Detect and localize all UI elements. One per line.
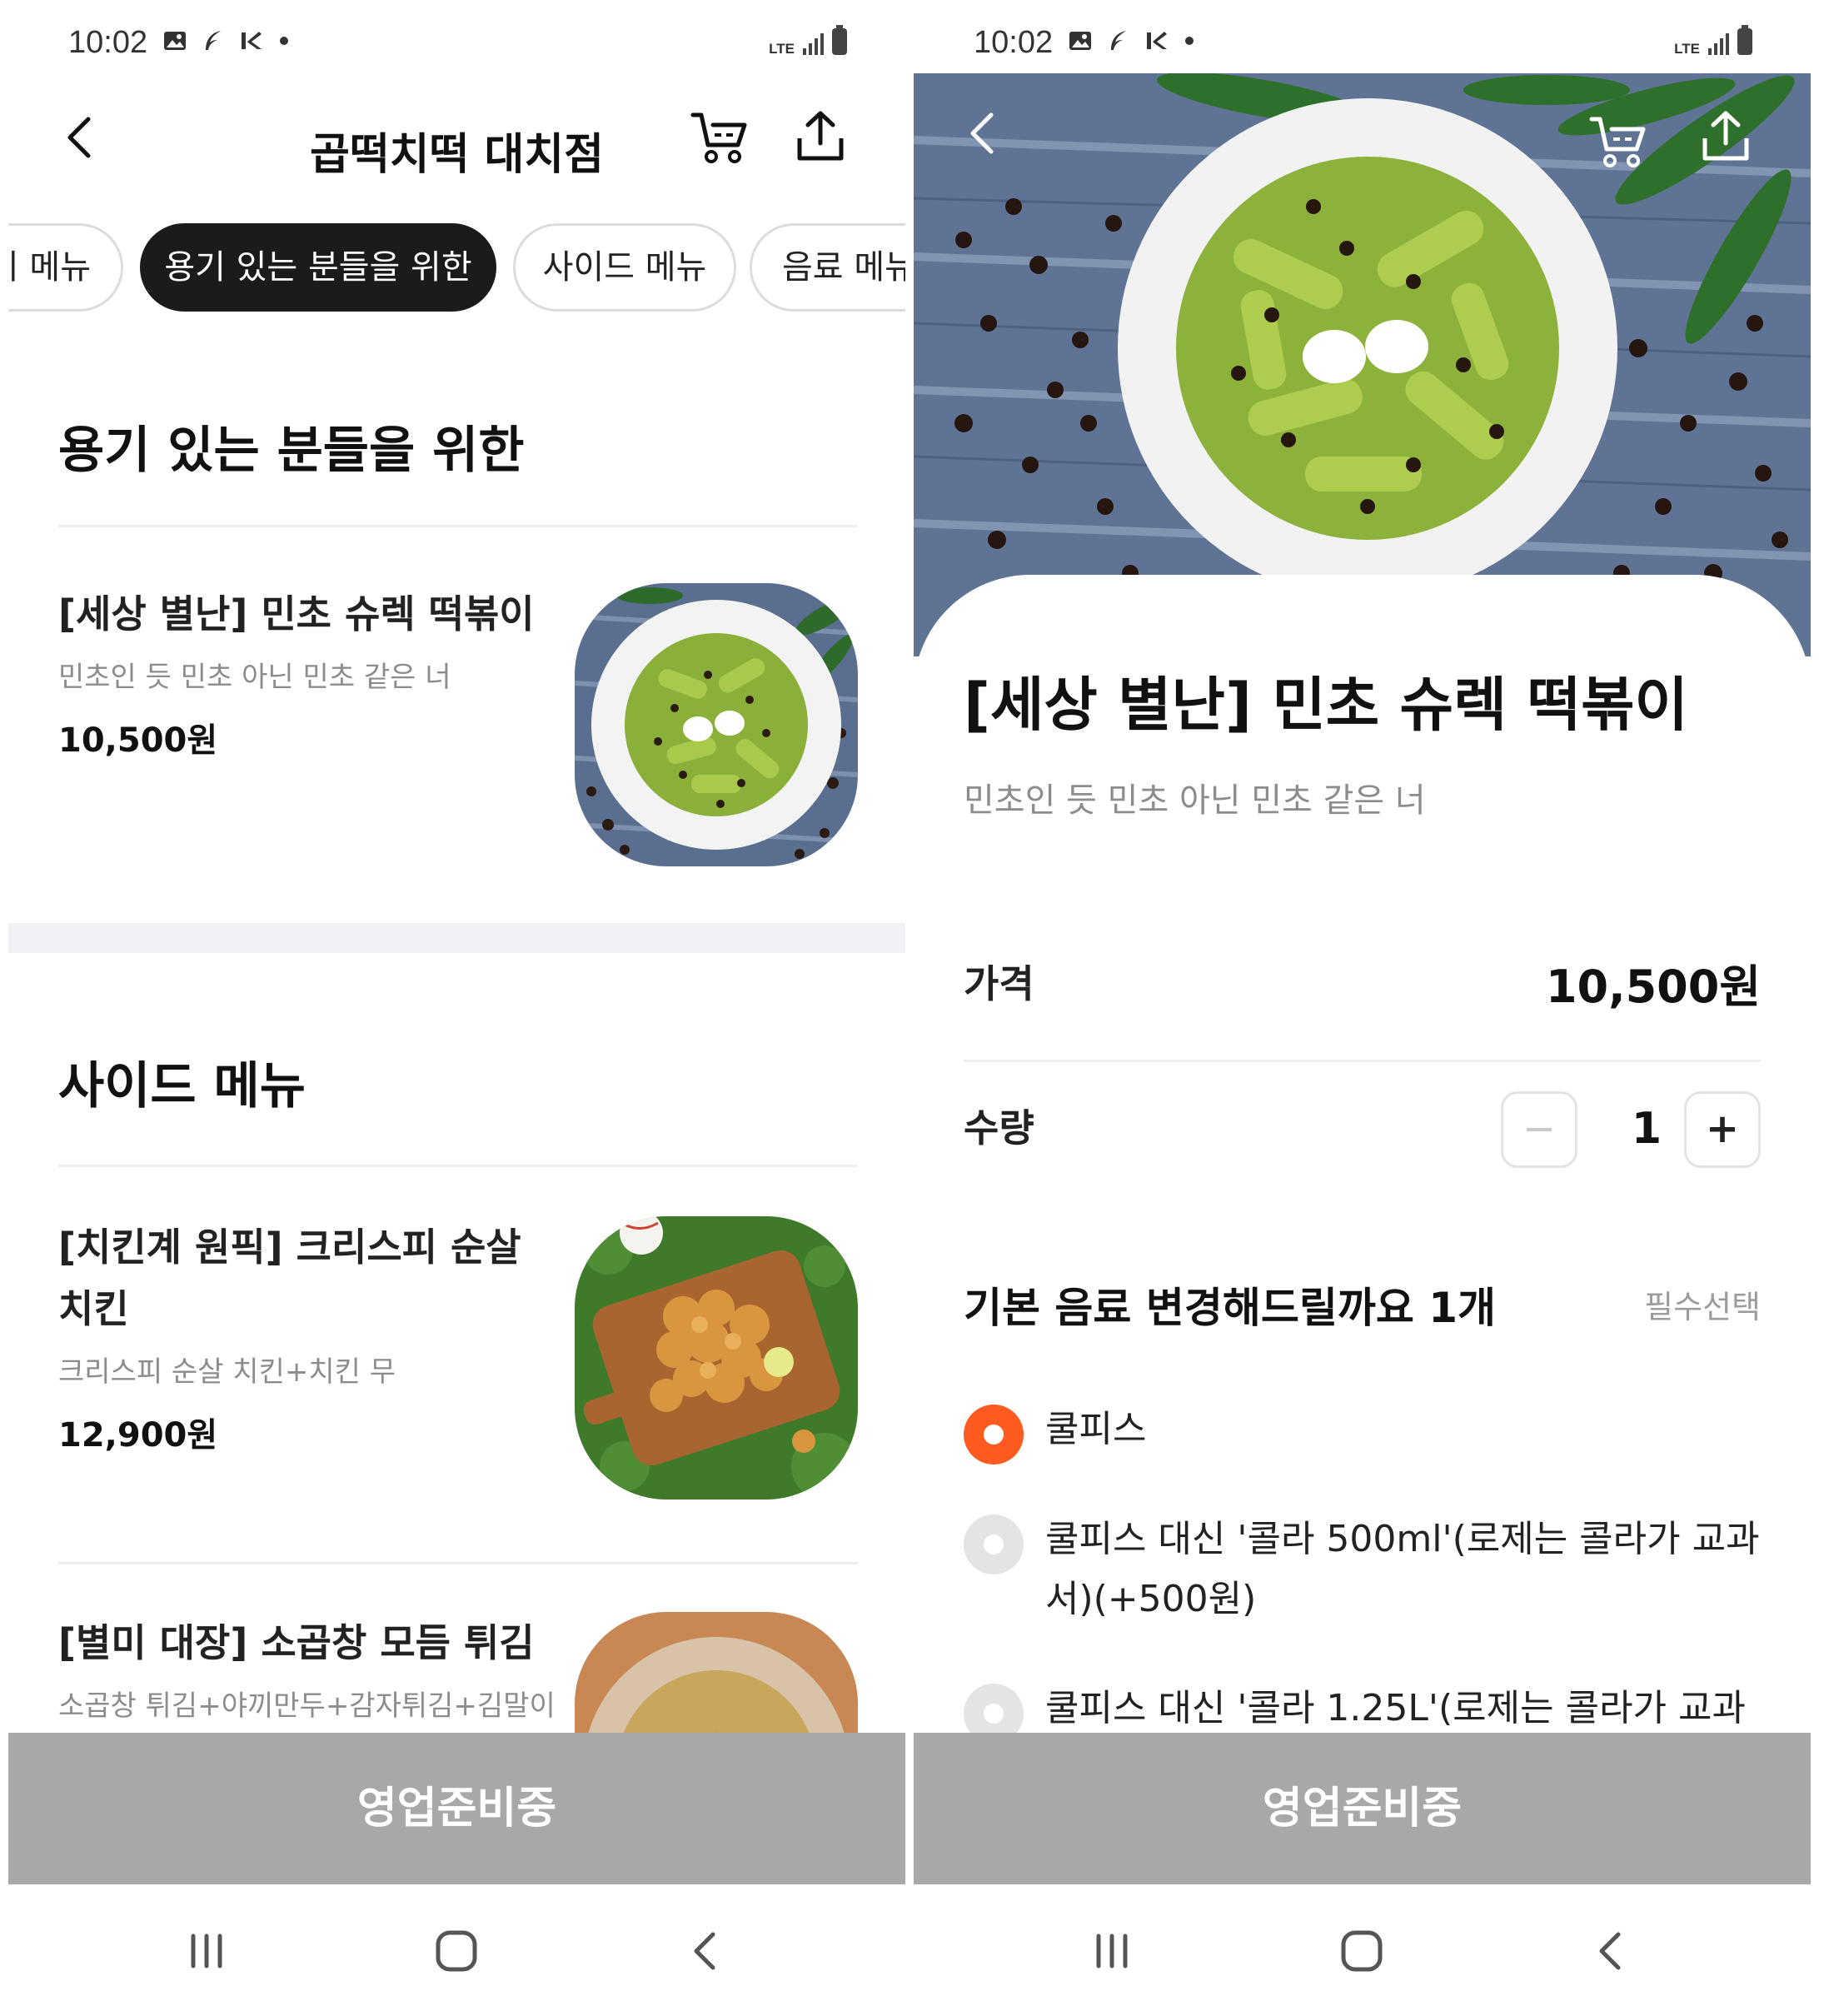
- quantity-value: 1: [1631, 1104, 1662, 1154]
- more-dot-icon: [280, 37, 288, 45]
- menu-item[interactable]: [세상 별난] 민초 슈렉 떡볶이 민초인 듯 민초 아닌 민초 같은 너 10…: [58, 583, 858, 866]
- lte-indicator: LTE: [1674, 41, 1700, 57]
- system-status-icons: LTE: [1674, 25, 1752, 57]
- divider: [964, 1060, 1761, 1062]
- divider: [58, 525, 858, 527]
- section-title-brave: 용기 있는 분들을 위한: [58, 422, 525, 480]
- detail-item-desc: 민초인 듯 민초 아닌 민초 같은 너: [964, 781, 1426, 820]
- order-button[interactable]: 영업준비중: [914, 1733, 1811, 1884]
- price-value: 10,500원: [1545, 961, 1761, 1013]
- lte-indicator: LTE: [769, 41, 795, 57]
- divider: [58, 1562, 858, 1564]
- system-navbar: [914, 1884, 1811, 2016]
- price-label: 가격: [964, 961, 1034, 1006]
- option-label: 쿨피스 대신 '콜라 1.25L'(로제는 콜라가 교과: [1045, 1687, 1746, 1729]
- divider: [58, 1165, 858, 1167]
- status-time: 10:02: [68, 25, 148, 60]
- radio-unselected[interactable]: [964, 1684, 1024, 1733]
- tab-main-menu[interactable]: 이 메뉴: [8, 223, 123, 312]
- option-item[interactable]: 쿨피스 대신 '콜라 500ml'(로제는 콜라가 교과서)(+500원): [964, 1510, 1763, 1634]
- item-name: [치킨계 원픽] 크리스피 순살 치킨: [58, 1225, 521, 1331]
- system-navbar: [8, 1884, 905, 2016]
- cart-icon[interactable]: [1588, 112, 1650, 171]
- status-bar: 10:02 LTE: [914, 0, 1811, 73]
- quantity-plus-button[interactable]: +: [1684, 1091, 1761, 1168]
- home-icon[interactable]: [431, 1926, 481, 1976]
- more-dot-icon: [1185, 37, 1194, 45]
- menu-list-screen: 10:02 LTE 곱떡치떡 대치점 이 메뉴 용기 있는 분들을 위한 사이드…: [8, 0, 905, 2016]
- app-notification-icon: [1147, 32, 1167, 49]
- fried-intestine-photo: [575, 1612, 858, 1737]
- notification-icons: [1068, 28, 1196, 53]
- feather-icon: [1111, 31, 1126, 50]
- radio-selected[interactable]: [964, 1405, 1024, 1465]
- nav-back-icon[interactable]: [681, 1926, 731, 1976]
- quantity-minus-button[interactable]: −: [1501, 1091, 1577, 1168]
- tab-brave-menu[interactable]: 용기 있는 분들을 위한: [140, 223, 496, 312]
- feather-icon: [206, 31, 221, 50]
- option-item[interactable]: 쿨피스 대신 '콜라 1.25L'(로제는 콜라가 교과: [964, 1679, 1763, 1733]
- option-label: 쿨피스: [1045, 1408, 1147, 1450]
- notification-icons: [162, 28, 291, 53]
- app-notification-icon: [242, 32, 262, 49]
- home-icon[interactable]: [1337, 1926, 1387, 1976]
- share-icon[interactable]: [1697, 108, 1755, 167]
- store-title: 곱떡치떡 대치점: [310, 130, 604, 180]
- option-group-title: 기본 음료 변경해드릴까요 1개: [964, 1284, 1497, 1332]
- share-icon[interactable]: [791, 108, 850, 167]
- nav-back-icon[interactable]: [1587, 1926, 1637, 1976]
- system-status-icons: LTE: [769, 25, 847, 57]
- radio-unselected[interactable]: [964, 1514, 1024, 1574]
- green-tteokbokki-photo: [914, 73, 1811, 656]
- recents-icon[interactable]: [182, 1926, 232, 1976]
- fried-chicken-photo: [575, 1216, 858, 1500]
- store-header: 곱떡치떡 대치점: [8, 79, 905, 196]
- item-name: [별미 대장] 소곱창 모듬 튀김: [58, 1620, 535, 1665]
- option-label: 쿨피스 대신 '콜라 500ml'(로제는 콜라가 교과서)(+500원): [1045, 1518, 1760, 1620]
- battery-icon: [832, 25, 847, 55]
- item-name: [세상 별난] 민초 슈렉 떡볶이: [58, 591, 535, 636]
- tab-side-menu[interactable]: 사이드 메뉴: [513, 223, 736, 312]
- recents-icon[interactable]: [1087, 1926, 1137, 1976]
- battery-icon: [1737, 25, 1752, 55]
- status-bar: 10:02 LTE: [8, 0, 905, 73]
- cart-icon[interactable]: [690, 108, 751, 167]
- status-time: 10:02: [974, 25, 1054, 60]
- green-tteokbokki-photo: [575, 583, 858, 866]
- back-arrow-icon[interactable]: [959, 108, 1009, 158]
- quantity-label: 수량: [964, 1105, 1034, 1150]
- option-item[interactable]: 쿨피스: [964, 1400, 1763, 1475]
- menu-item[interactable]: [치킨계 원픽] 크리스피 순살 치킨 크리스피 순살 치킨+치킨 무 12,9…: [58, 1216, 858, 1500]
- section-gap: [8, 923, 905, 953]
- gallery-icon: [164, 32, 186, 50]
- signal-icon: [803, 32, 824, 55]
- order-button[interactable]: 영업준비중: [8, 1733, 905, 1884]
- signal-icon: [1708, 32, 1729, 55]
- gallery-icon: [1069, 32, 1091, 50]
- tab-drink-menu[interactable]: 음료 메뉴: [750, 223, 905, 312]
- required-badge: 필수선택: [1644, 1289, 1761, 1325]
- menu-detail-screen: 10:02 LTE [세상 별난] 민초 슈렉 떡볶이 민초인 듯 민초 아닌 …: [914, 0, 1811, 2016]
- category-tabs: 이 메뉴 용기 있는 분들을 위한 사이드 메뉴 음료 메뉴: [8, 223, 905, 315]
- menu-item[interactable]: [별미 대장] 소곱창 모듬 튀김 소곱창 튀김+야끼만두+감자튀김+김말이: [58, 1612, 858, 1737]
- detail-item-name: [세상 별난] 민초 슈렉 떡볶이: [964, 671, 1688, 739]
- section-title-side: 사이드 메뉴: [58, 1057, 306, 1115]
